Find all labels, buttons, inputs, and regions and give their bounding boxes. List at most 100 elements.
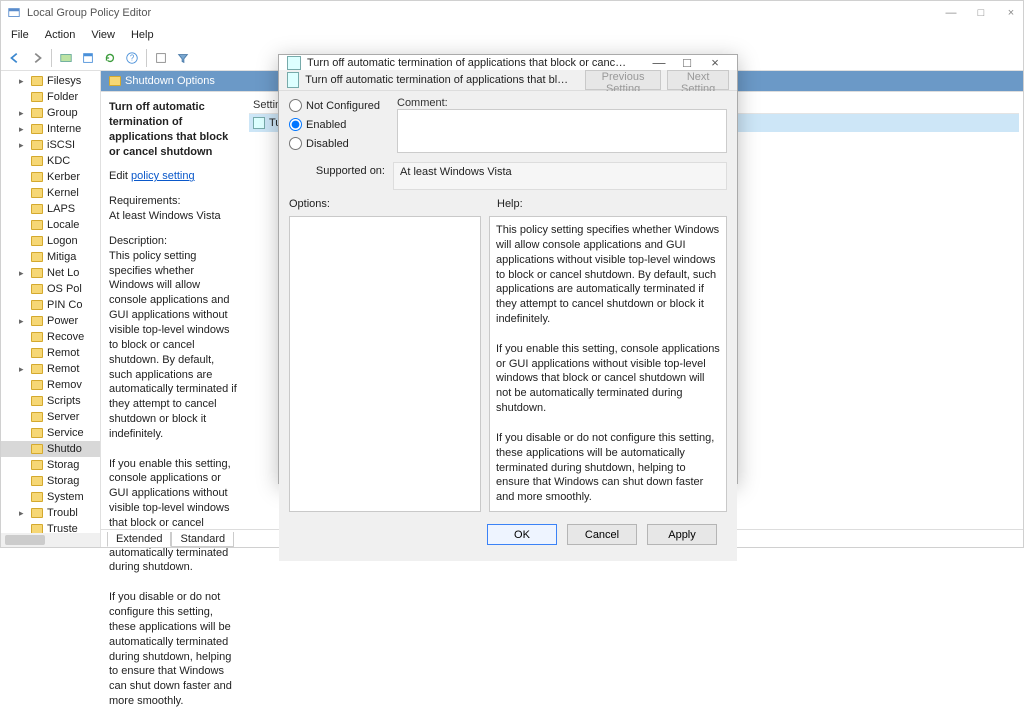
tree-item[interactable]: Storag	[1, 473, 100, 489]
previous-setting-button[interactable]: Previous Setting	[585, 70, 661, 90]
tree-item[interactable]: Service	[1, 425, 100, 441]
tab-extended[interactable]: Extended	[107, 532, 171, 547]
tree-item[interactable]: Recove	[1, 329, 100, 345]
toolbar-icon-2[interactable]	[78, 48, 98, 68]
tree-item[interactable]: ▸Troubl	[1, 505, 100, 521]
cancel-button[interactable]: Cancel	[567, 524, 637, 545]
minimize-button[interactable]: —	[945, 7, 957, 19]
content-header-title: Shutdown Options	[125, 75, 215, 87]
back-button[interactable]	[5, 48, 25, 68]
tree-item[interactable]: ▸Group	[1, 105, 100, 121]
chevron-right-icon[interactable]: ▸	[19, 508, 24, 519]
tree-item[interactable]: Kerber	[1, 169, 100, 185]
filter-button[interactable]	[173, 48, 193, 68]
folder-icon	[31, 364, 43, 374]
chevron-right-icon[interactable]: ▸	[19, 268, 24, 279]
radio-disabled[interactable]: Disabled	[289, 137, 389, 150]
apply-button[interactable]: Apply	[647, 524, 717, 545]
policy-icon	[253, 117, 265, 129]
tree-item[interactable]: Logon	[1, 233, 100, 249]
setting-title: Turn off automatic termination of applic…	[109, 101, 228, 158]
tree-item[interactable]: Folder	[1, 89, 100, 105]
tab-standard[interactable]: Standard	[171, 532, 234, 547]
folder-icon	[31, 396, 43, 406]
tree-item[interactable]: Remot	[1, 345, 100, 361]
folder-icon	[31, 92, 43, 102]
chevron-right-icon[interactable]: ▸	[19, 108, 24, 119]
tree-item[interactable]: Mitiga	[1, 249, 100, 265]
toolbar-icon-1[interactable]	[56, 48, 76, 68]
dialog-titlebar[interactable]: Turn off automatic termination of applic…	[279, 55, 737, 70]
tree-item[interactable]: ▸iSCSI	[1, 137, 100, 153]
dialog-close-button[interactable]: ×	[701, 55, 729, 70]
chevron-right-icon[interactable]: ▸	[19, 364, 24, 375]
menu-view[interactable]: View	[85, 27, 121, 43]
dialog-subtitle: Turn off automatic termination of applic…	[305, 74, 573, 86]
close-button[interactable]: ×	[1005, 7, 1017, 19]
folder-icon	[31, 508, 43, 518]
maximize-button[interactable]: □	[975, 7, 987, 19]
tree-item[interactable]: Remov	[1, 377, 100, 393]
policy-dialog: Turn off automatic termination of applic…	[278, 54, 738, 484]
tree-item[interactable]: System	[1, 489, 100, 505]
help-label: Help:	[497, 198, 523, 210]
folder-icon	[31, 492, 43, 502]
chevron-right-icon[interactable]: ▸	[19, 140, 24, 151]
radio-not-configured[interactable]: Not Configured	[289, 99, 389, 112]
folder-icon	[31, 140, 43, 150]
titlebar[interactable]: Local Group Policy Editor — □ ×	[1, 1, 1023, 25]
tree-item[interactable]: ▸Net Lo	[1, 265, 100, 281]
tree-item[interactable]: ▸Power	[1, 313, 100, 329]
app-icon	[7, 6, 21, 20]
tree-item[interactable]: Server	[1, 409, 100, 425]
folder-icon	[31, 332, 43, 342]
folder-icon	[31, 76, 43, 86]
supported-label: Supported on:	[289, 162, 385, 177]
menu-help[interactable]: Help	[125, 27, 160, 43]
ok-button[interactable]: OK	[487, 524, 557, 545]
help-button[interactable]: ?	[122, 48, 142, 68]
folder-icon	[31, 284, 43, 294]
folder-icon	[31, 252, 43, 262]
requirements-label: Requirements:	[109, 194, 237, 209]
tree-item[interactable]: ▸Filesys	[1, 73, 100, 89]
dialog-minimize-button[interactable]: —	[645, 55, 673, 70]
tree-item[interactable]: LAPS	[1, 201, 100, 217]
tree-item[interactable]: Storag	[1, 457, 100, 473]
folder-icon	[31, 444, 43, 454]
tree-item[interactable]: Shutdo	[1, 441, 100, 457]
tree-item[interactable]: ▸Remot	[1, 361, 100, 377]
chevron-right-icon[interactable]: ▸	[19, 76, 24, 87]
edit-policy-link[interactable]: policy setting	[131, 170, 195, 182]
setting-info: Turn off automatic termination of applic…	[101, 92, 245, 529]
chevron-right-icon[interactable]: ▸	[19, 124, 24, 135]
folder-icon	[31, 316, 43, 326]
tree-item[interactable]: KDC	[1, 153, 100, 169]
dialog-maximize-button[interactable]: □	[673, 55, 701, 70]
menu-action[interactable]: Action	[39, 27, 82, 43]
radio-enabled[interactable]: Enabled	[289, 118, 389, 131]
tree-item[interactable]: Kernel	[1, 185, 100, 201]
tree-item[interactable]: Locale	[1, 217, 100, 233]
tree-item[interactable]: ▸Interne	[1, 121, 100, 137]
folder-icon	[31, 124, 43, 134]
folder-icon	[31, 156, 43, 166]
nav-tree[interactable]: ▸FilesysFolder▸Group▸Interne▸iSCSIKDCKer…	[1, 71, 101, 547]
next-setting-button[interactable]: Next Setting	[667, 70, 729, 90]
toolbar-icon-3[interactable]	[151, 48, 171, 68]
forward-button[interactable]	[27, 48, 47, 68]
tree-item[interactable]: PIN Co	[1, 297, 100, 313]
tree-hscrollbar[interactable]	[1, 533, 100, 547]
options-pane	[289, 216, 481, 512]
menu-file[interactable]: File	[5, 27, 35, 43]
folder-icon	[31, 476, 43, 486]
tree-item[interactable]: OS Pol	[1, 281, 100, 297]
dialog-title: Turn off automatic termination of applic…	[307, 57, 627, 69]
chevron-right-icon[interactable]: ▸	[19, 316, 24, 327]
folder-icon	[31, 348, 43, 358]
folder-icon	[31, 428, 43, 438]
comment-input[interactable]	[397, 109, 727, 153]
refresh-button[interactable]	[100, 48, 120, 68]
tree-item[interactable]: Scripts	[1, 393, 100, 409]
folder-icon	[31, 236, 43, 246]
